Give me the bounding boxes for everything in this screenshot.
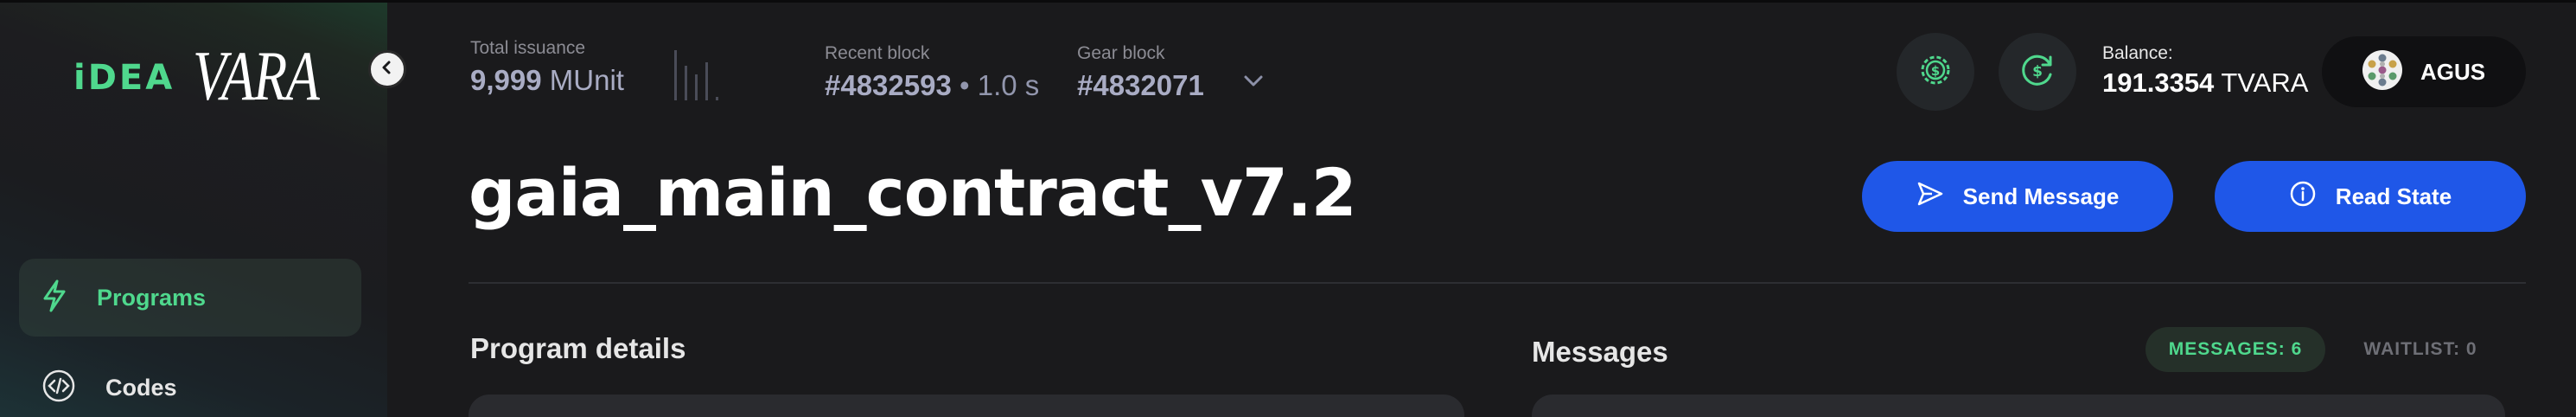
- code-icon: [41, 369, 76, 407]
- info-icon: [2289, 180, 2317, 214]
- account-name: AGUS: [2420, 58, 2486, 85]
- messages-card: [1532, 395, 2505, 417]
- get-test-balance-button[interactable]: $: [1999, 33, 2076, 111]
- program-details-card: [469, 395, 1464, 417]
- balance: 191.3354 TVARA: [2102, 67, 2308, 99]
- dollar-refresh-icon: $: [2019, 52, 2056, 92]
- total-issuance-value: 9,999: [470, 64, 542, 96]
- divider: [469, 282, 2526, 284]
- issuance-bars-icon: [674, 47, 723, 100]
- send-message-button[interactable]: Send Message: [1862, 161, 2173, 232]
- logo-vara: VARA: [193, 36, 320, 115]
- svg-text:$: $: [2032, 63, 2043, 80]
- expand-blocks-button[interactable]: [1243, 74, 1264, 92]
- total-issuance-value-row: 9,999 MUnit: [470, 64, 624, 97]
- sidebar-item-programs[interactable]: Programs: [19, 259, 361, 337]
- recent-block-separator: •: [960, 69, 970, 101]
- tab-waitlist[interactable]: WAITLIST: 0: [2339, 327, 2502, 372]
- gear-block-label: Gear block: [1077, 43, 1165, 63]
- svg-text:$: $: [1931, 63, 1940, 79]
- recent-block-label: Recent block: [825, 43, 930, 63]
- sidebar-item-label: Codes: [105, 374, 177, 401]
- balance-unit: TVARA: [2221, 67, 2309, 98]
- recent-block-value: #4832593: [825, 69, 952, 101]
- chevron-left-icon: [379, 60, 395, 79]
- total-issuance-unit: MUnit: [549, 64, 624, 96]
- gear-block-value-row: #4832071: [1077, 69, 1204, 102]
- read-state-label: Read State: [2335, 183, 2452, 209]
- gear-icon: $: [1918, 53, 1953, 91]
- recent-block-value-row: #4832593 • 1.0 s: [825, 69, 1039, 102]
- sidebar-item-codes[interactable]: Codes: [19, 349, 361, 417]
- balance-value: 191.3354: [2102, 67, 2215, 98]
- sidebar-item-label: Programs: [97, 284, 207, 311]
- lightning-icon: [41, 279, 67, 316]
- tab-messages[interactable]: MESSAGES: 6: [2146, 327, 2325, 372]
- messages-title: Messages: [1532, 336, 1668, 368]
- settings-button[interactable]: $: [1897, 33, 1974, 111]
- logo-idea: iDEA: [73, 58, 175, 98]
- chevron-down-icon: [1243, 75, 1264, 92]
- total-issuance: Total issuance 9,999 MUnit: [470, 38, 624, 97]
- total-issuance-label: Total issuance: [470, 38, 586, 58]
- gear-block: Gear block #4832071: [1077, 43, 1204, 102]
- collapse-sidebar-button[interactable]: [368, 50, 406, 88]
- program-details-title: Program details: [470, 332, 686, 364]
- avatar: [2362, 49, 2403, 94]
- recent-block: Recent block #4832593 • 1.0 s: [825, 43, 1039, 102]
- read-state-button[interactable]: Read State: [2215, 161, 2526, 232]
- page-title: gaia_main_contract_v7.2: [469, 154, 1357, 231]
- gear-block-value: #4832071: [1077, 69, 1204, 101]
- account-button[interactable]: AGUS: [2322, 36, 2526, 107]
- send-message-label: Send Message: [1962, 183, 2120, 209]
- sidebar: iDEA VARA Programs Codes: [0, 3, 387, 417]
- recent-block-time: 1.0 s: [977, 69, 1040, 101]
- balance-label: Balance:: [2102, 43, 2173, 63]
- send-icon: [1916, 181, 1944, 213]
